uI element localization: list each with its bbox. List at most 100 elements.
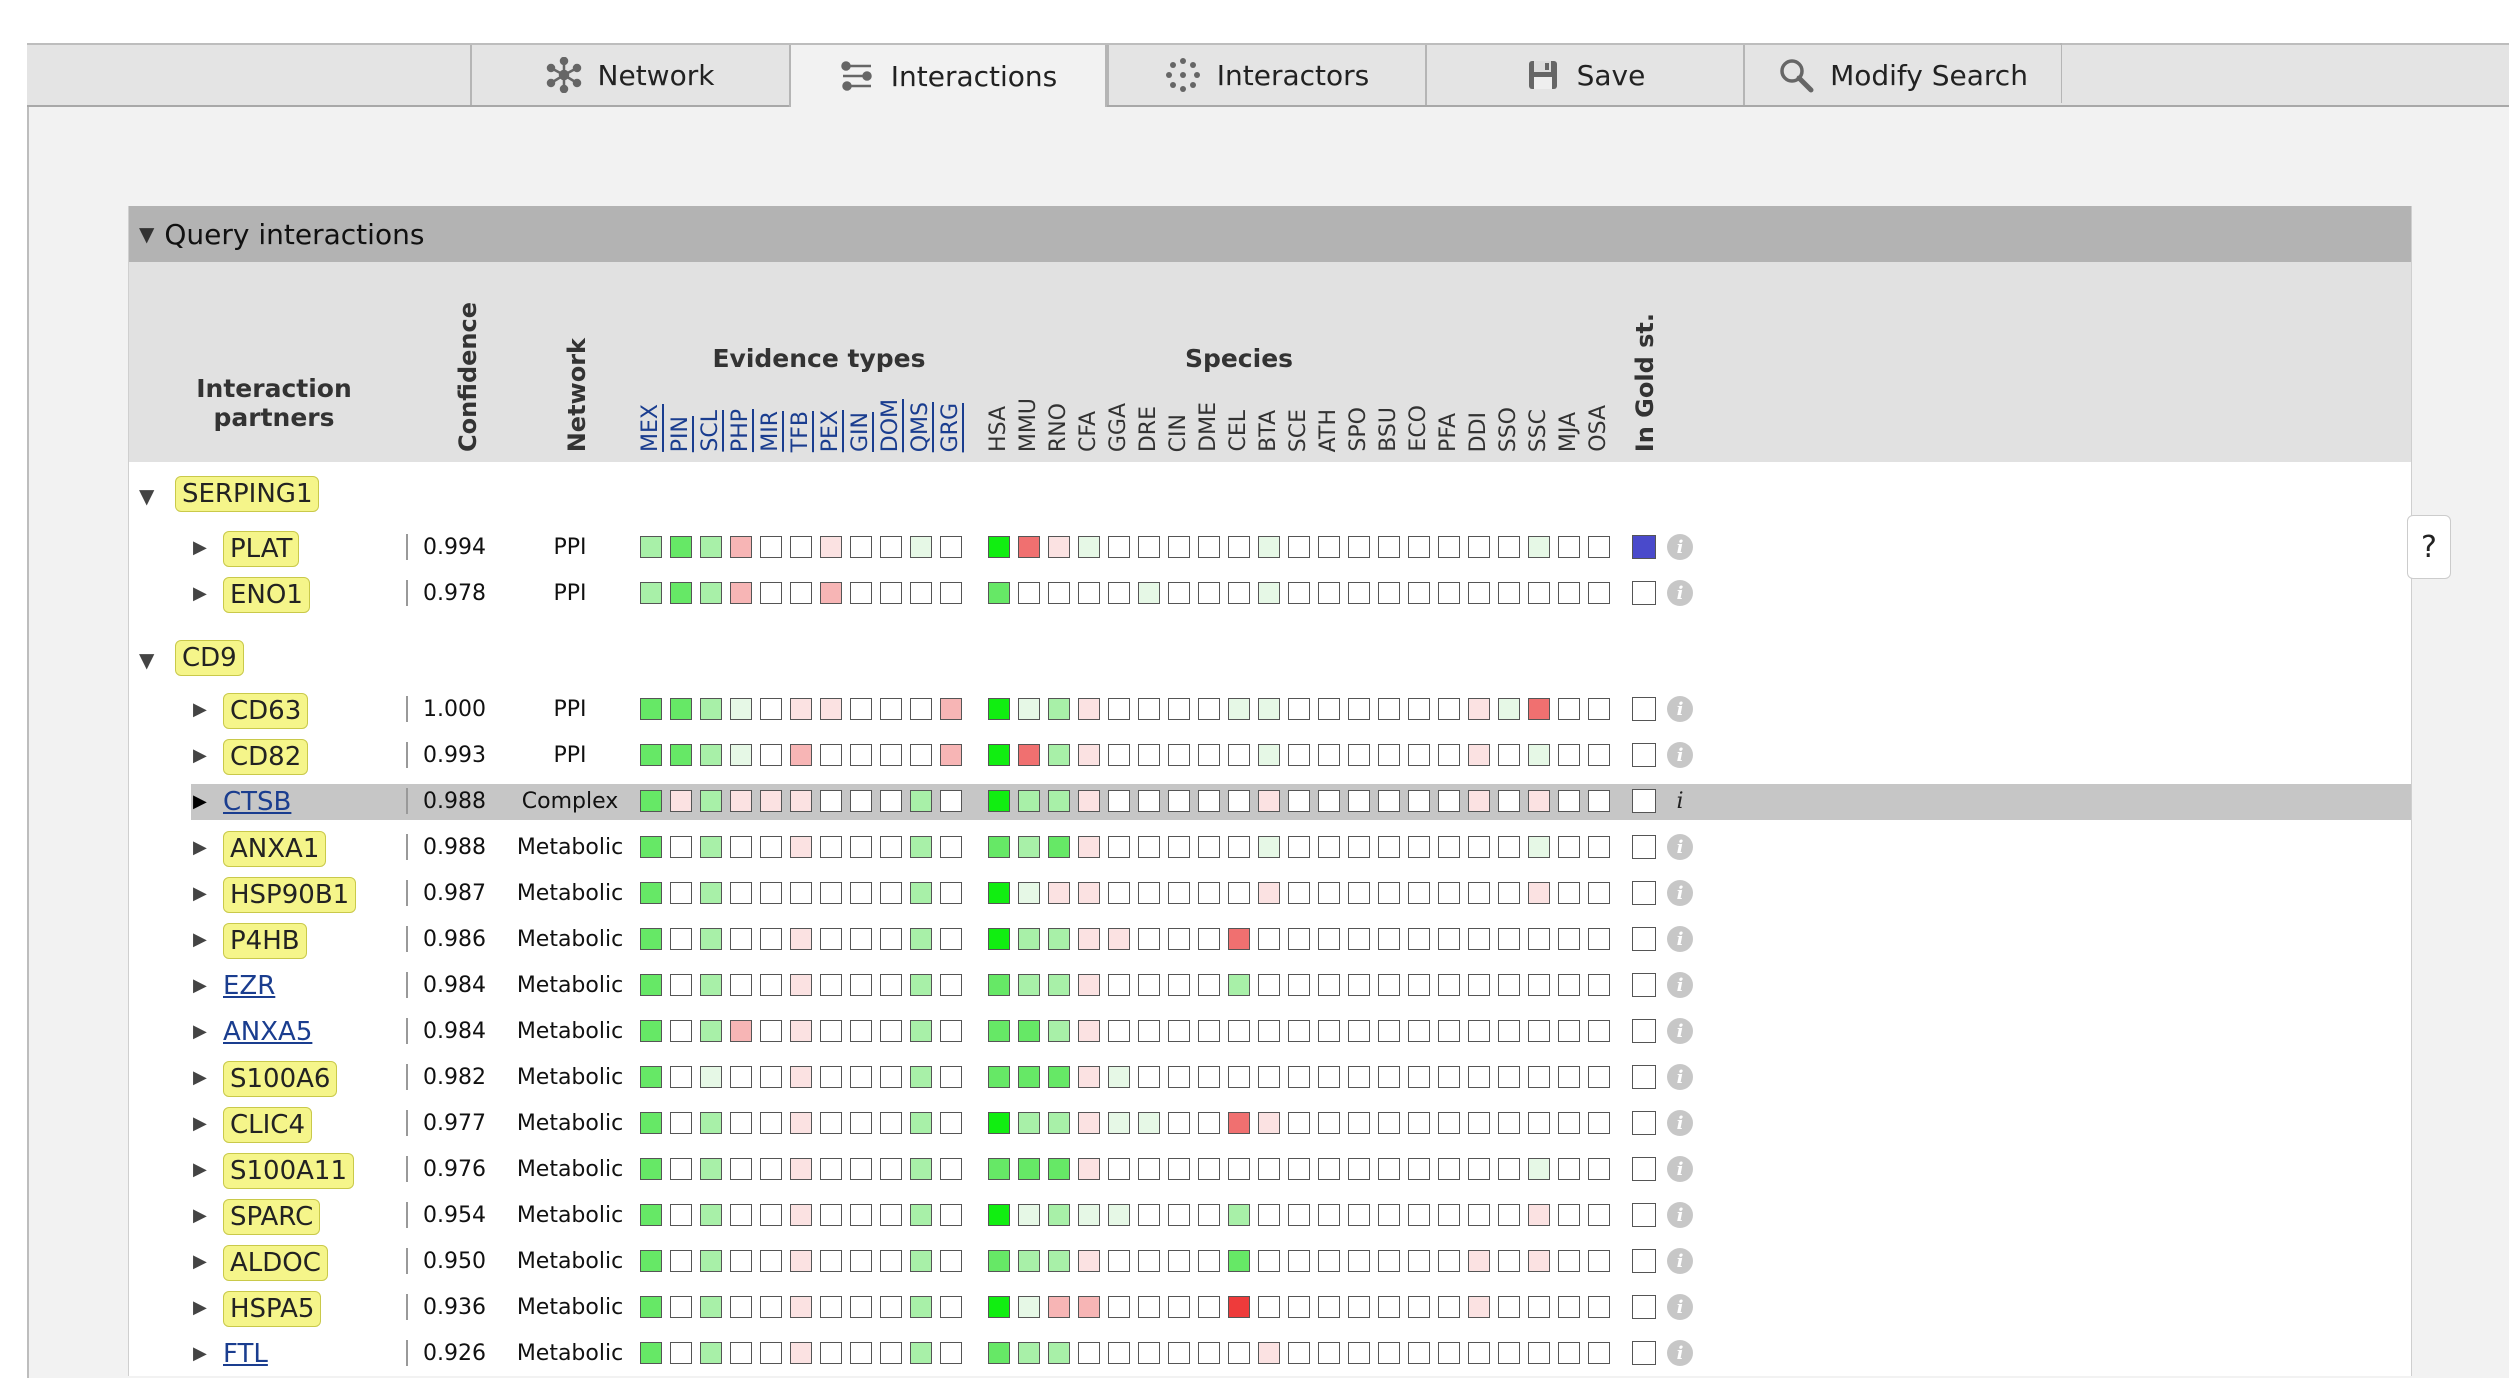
species-cell-sso[interactable] [1498, 1296, 1520, 1318]
evidence-cell-pex[interactable] [820, 698, 842, 720]
species-cell-mja[interactable] [1558, 1204, 1580, 1226]
info-icon[interactable]: i [1667, 834, 1693, 860]
species-cell-dre[interactable] [1138, 582, 1160, 604]
species-cell-hsa[interactable] [988, 744, 1010, 766]
species-cell-osa[interactable] [1588, 698, 1610, 720]
evidence-cell-mex[interactable] [640, 1296, 662, 1318]
species-cell-osa[interactable] [1588, 1158, 1610, 1180]
info-icon[interactable]: i [1667, 534, 1693, 560]
species-cell-cfa[interactable] [1078, 882, 1100, 904]
evidence-cell-dom[interactable] [880, 1020, 902, 1042]
evidence-cell-mir[interactable] [760, 1158, 782, 1180]
species-cell-ddi[interactable] [1468, 836, 1490, 858]
info-icon[interactable]: i [1667, 972, 1693, 998]
evidence-cell-scl[interactable] [700, 882, 722, 904]
species-cell-cel[interactable] [1228, 836, 1250, 858]
species-cell-dre[interactable] [1138, 836, 1160, 858]
species-cell-hsa[interactable] [988, 698, 1010, 720]
gene-aldoc[interactable]: ALDOC [223, 1245, 328, 1281]
species-cell-eco[interactable] [1408, 1112, 1430, 1134]
evidence-cell-dom[interactable] [880, 698, 902, 720]
species-cell-sso[interactable] [1498, 1020, 1520, 1042]
species-cell-ath[interactable] [1318, 882, 1340, 904]
info-icon[interactable]: i [1667, 926, 1693, 952]
species-cell-sce[interactable] [1288, 1066, 1310, 1088]
species-cell-mmu[interactable] [1018, 1158, 1040, 1180]
evidence-cell-pex[interactable] [820, 1066, 842, 1088]
evidence-cell-pex[interactable] [820, 582, 842, 604]
evidence-cell-grg[interactable] [940, 882, 962, 904]
evidence-cell-pex[interactable] [820, 790, 842, 812]
gene-anxa5[interactable]: ANXA5 [223, 1015, 312, 1049]
species-cell-spo[interactable] [1348, 790, 1370, 812]
evidence-cell-tfb[interactable] [790, 974, 812, 996]
species-cell-gga[interactable] [1108, 1112, 1130, 1134]
species-cell-cel[interactable] [1228, 1066, 1250, 1088]
species-cell-ssc[interactable] [1528, 1296, 1550, 1318]
evidence-cell-mex[interactable] [640, 1204, 662, 1226]
collapse-triangle-icon[interactable]: ▼ [139, 222, 154, 246]
species-cell-ssc[interactable] [1528, 1066, 1550, 1088]
evidence-cell-php[interactable] [730, 836, 752, 858]
species-cell-rno[interactable] [1048, 882, 1070, 904]
species-cell-bsu[interactable] [1378, 836, 1400, 858]
evidence-cell-qms[interactable] [910, 1296, 932, 1318]
gene-cd82[interactable]: CD82 [223, 739, 309, 775]
evidence-cell-mir[interactable] [760, 790, 782, 812]
species-cell-ddi[interactable] [1468, 882, 1490, 904]
evidence-cell-qms[interactable] [910, 698, 932, 720]
species-cell-bta[interactable] [1258, 1342, 1280, 1364]
species-cell-bsu[interactable] [1378, 1020, 1400, 1042]
species-cell-rno[interactable] [1048, 1066, 1070, 1088]
evidence-cell-tfb[interactable] [790, 698, 812, 720]
species-cell-bsu[interactable] [1378, 1296, 1400, 1318]
species-cell-dme[interactable] [1198, 790, 1220, 812]
species-cell-cin[interactable] [1168, 1204, 1190, 1226]
species-cell-rno[interactable] [1048, 928, 1070, 950]
species-cell-ssc[interactable] [1528, 1158, 1550, 1180]
row-expand-icon[interactable]: ▶ [193, 975, 207, 996]
evidence-cell-pin[interactable] [670, 1158, 692, 1180]
evidence-cell-php[interactable] [730, 582, 752, 604]
evidence-cell-scl[interactable] [700, 974, 722, 996]
species-cell-dre[interactable] [1138, 974, 1160, 996]
evidence-cell-tfb[interactable] [790, 1250, 812, 1272]
species-cell-dre[interactable] [1138, 1020, 1160, 1042]
species-cell-ssc[interactable] [1528, 1250, 1550, 1272]
row-expand-icon[interactable]: ▶ [193, 791, 207, 812]
evidence-cell-gin[interactable] [850, 744, 872, 766]
evidence-cell-pin[interactable] [670, 1296, 692, 1318]
evidence-cell-gin[interactable] [850, 836, 872, 858]
species-cell-spo[interactable] [1348, 1204, 1370, 1226]
species-cell-ssc[interactable] [1528, 882, 1550, 904]
species-cell-gga[interactable] [1108, 1066, 1130, 1088]
row-expand-icon[interactable]: ▶ [193, 1113, 207, 1134]
evidence-cell-php[interactable] [730, 1112, 752, 1134]
evidence-cell-dom[interactable] [880, 1204, 902, 1226]
species-cell-ddi[interactable] [1468, 928, 1490, 950]
species-cell-dre[interactable] [1138, 1250, 1160, 1272]
species-cell-dre[interactable] [1138, 536, 1160, 558]
species-cell-mja[interactable] [1558, 536, 1580, 558]
species-cell-cin[interactable] [1168, 1158, 1190, 1180]
species-cell-bta[interactable] [1258, 1296, 1280, 1318]
evidence-cell-gin[interactable] [850, 582, 872, 604]
gene-hsp90b1[interactable]: HSP90B1 [223, 877, 357, 913]
gene-s100a11[interactable]: S100A11 [223, 1153, 354, 1189]
species-cell-spo[interactable] [1348, 1342, 1370, 1364]
evidence-cell-pin[interactable] [670, 1204, 692, 1226]
species-cell-cel[interactable] [1228, 1158, 1250, 1180]
evidence-cell-pex[interactable] [820, 1250, 842, 1272]
gene-s100a6[interactable]: S100A6 [223, 1061, 338, 1097]
species-cell-bsu[interactable] [1378, 536, 1400, 558]
evidence-header-gin[interactable]: GIN [847, 412, 875, 452]
species-cell-osa[interactable] [1588, 1342, 1610, 1364]
species-cell-ssc[interactable] [1528, 974, 1550, 996]
species-cell-cin[interactable] [1168, 744, 1190, 766]
evidence-cell-php[interactable] [730, 1020, 752, 1042]
species-cell-gga[interactable] [1108, 836, 1130, 858]
species-cell-pfa[interactable] [1438, 582, 1460, 604]
species-cell-ssc[interactable] [1528, 698, 1550, 720]
evidence-cell-php[interactable] [730, 1066, 752, 1088]
species-cell-cin[interactable] [1168, 1112, 1190, 1134]
